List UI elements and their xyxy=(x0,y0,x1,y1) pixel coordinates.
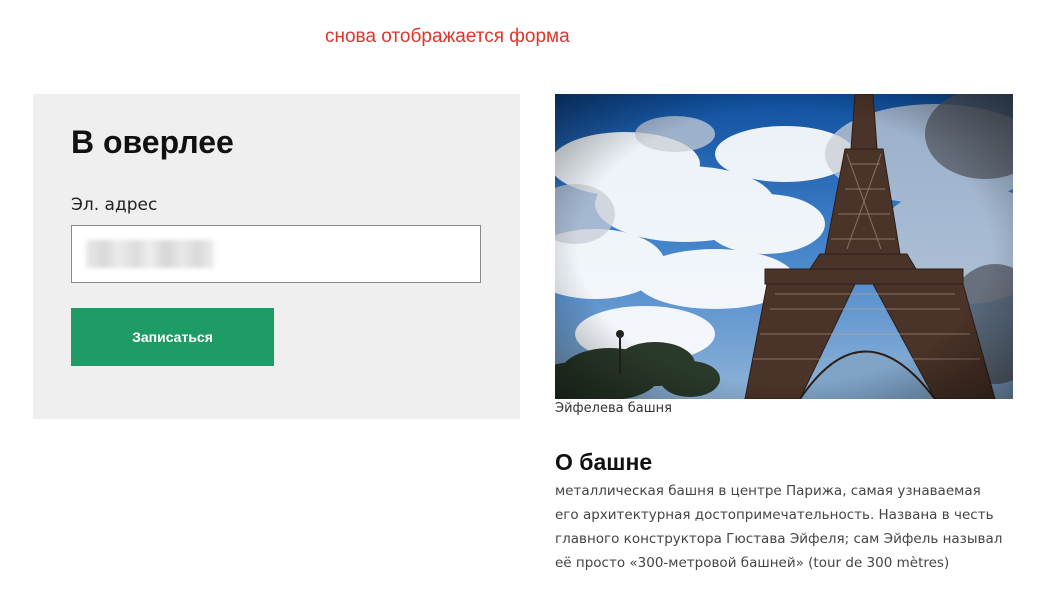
about-title: О башне xyxy=(555,449,653,475)
annotation-note: снова отображается форма xyxy=(325,26,570,47)
email-value-blurred xyxy=(86,240,214,268)
form-title: В оверлее xyxy=(71,124,234,160)
about-line: металлическая башня в центре Парижа, сам… xyxy=(555,483,981,499)
about-line: её просто «300-метровой башней» (tour de… xyxy=(555,555,950,571)
email-input[interactable] xyxy=(71,225,481,283)
about-line: его архитектурная достопримечательность.… xyxy=(555,507,994,523)
subscribe-button[interactable]: Записаться xyxy=(71,308,274,366)
about-description: металлическая башня в центре Парижа, сам… xyxy=(555,479,1015,575)
about-line: главного конструктора Гюстава Эйфеля; са… xyxy=(555,531,1003,547)
email-label: Эл. адрес xyxy=(71,195,158,215)
photo-caption: Эйфелева башня xyxy=(555,401,672,416)
overlay-form-card: В оверлее Эл. адрес Записаться xyxy=(33,94,520,419)
eiffel-tower-photo xyxy=(555,94,1013,399)
